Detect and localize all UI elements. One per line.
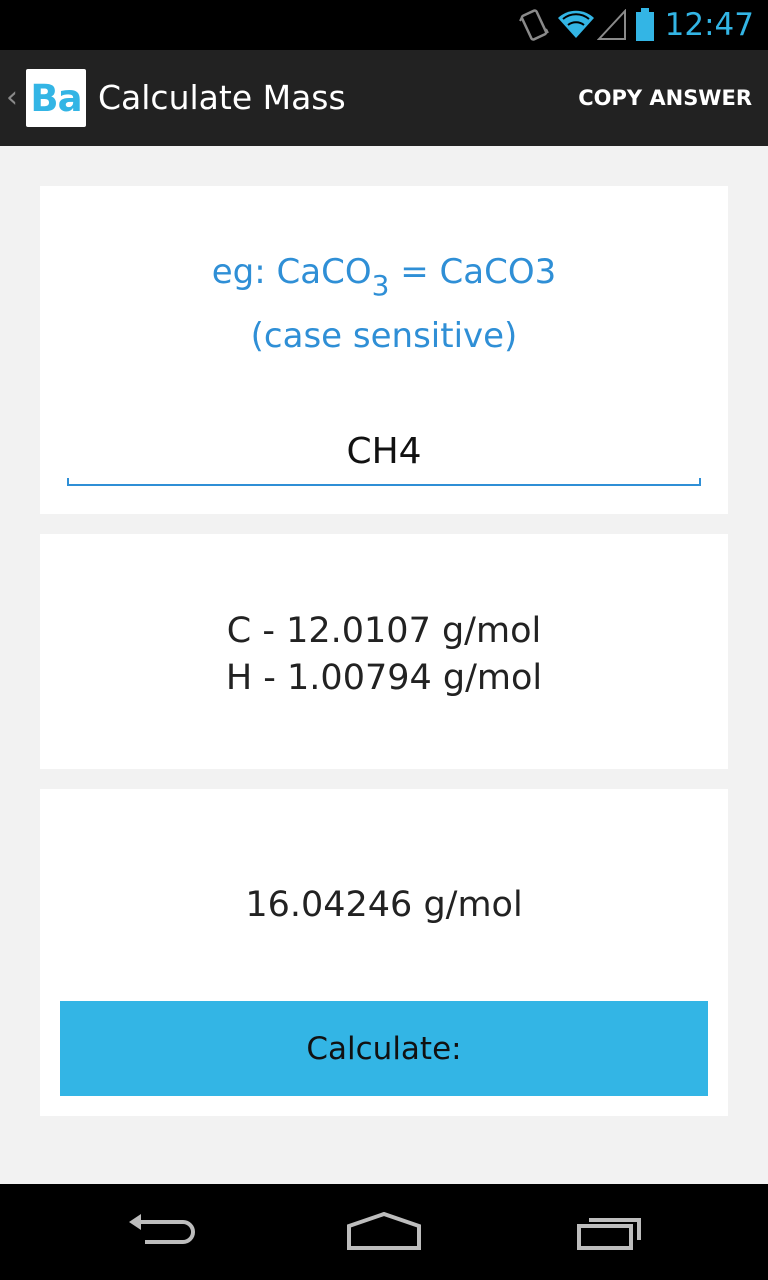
back-icon[interactable]: [100, 1184, 220, 1280]
element-mass-item: H - 1.00794 g/mol: [225, 658, 543, 698]
clock: 12:47: [664, 7, 754, 43]
app-icon-text: Ba: [30, 76, 82, 120]
vibrate-icon: [518, 7, 549, 43]
calculate-button[interactable]: Calculate:: [60, 1001, 708, 1096]
element-masses-card: C - 12.0107 g/mol H - 1.00794 g/mol: [40, 534, 728, 769]
formula-input-underline: [67, 478, 701, 486]
status-bar: 12:47: [0, 0, 768, 50]
navigation-bar: [0, 1184, 768, 1280]
case-sensitive-note: (case sensitive): [250, 316, 518, 356]
battery-icon: [635, 8, 655, 42]
element-mass-item: C - 12.0107 g/mol: [226, 611, 542, 651]
copy-answer-button[interactable]: COPY ANSWER: [578, 50, 752, 146]
format-hint: eg: CaCO3 = CaCO3: [40, 252, 728, 300]
formula-card: eg: CaCO3 = CaCO3 (case sensitive): [40, 186, 728, 514]
hint-prefix: eg: CaCO: [211, 252, 372, 292]
home-icon[interactable]: [324, 1184, 444, 1280]
status-icons: 12:47: [518, 0, 754, 50]
app-icon[interactable]: Ba: [26, 69, 86, 127]
recents-icon[interactable]: [550, 1184, 670, 1280]
hint-subscript: 3: [371, 269, 390, 302]
page-title: Calculate Mass: [98, 78, 346, 117]
wifi-icon: [557, 10, 595, 40]
formula-input[interactable]: [68, 418, 700, 484]
up-caret-icon[interactable]: ‹: [6, 80, 18, 115]
molar-mass-result: 16.04246 g/mol: [245, 885, 523, 925]
hint-suffix: = CaCO3: [389, 252, 557, 292]
element-masses-list: C - 12.0107 g/mol H - 1.00794 g/mol: [40, 608, 728, 702]
signal-icon: [596, 9, 627, 41]
action-bar: ‹ Ba Calculate Mass COPY ANSWER: [0, 50, 768, 146]
result-card: 16.04246 g/mol Calculate:: [40, 789, 728, 1116]
